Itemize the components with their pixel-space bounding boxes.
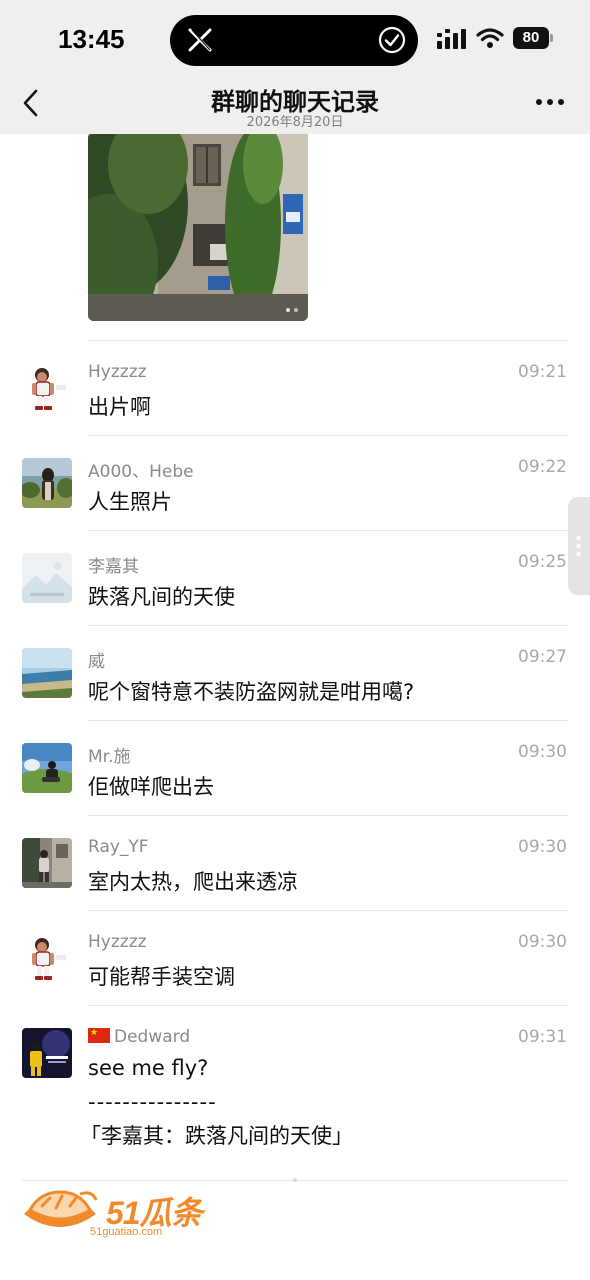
message-text: see me fly? [88,1056,209,1080]
message-text: 人生照片 [88,490,172,514]
shared-photo[interactable] [88,134,308,321]
sender-name[interactable]: Hyzzzz [88,362,147,382]
x-logo-icon [188,28,212,52]
nav-bar: 群聊的聊天记录 2026年8月20日 [0,78,590,134]
quote-separator: --------------- [88,1090,217,1114]
message-time: 09:21 [518,362,567,382]
chat-message-3: 李嘉其 09:25 跌落凡间的天使 [0,531,590,625]
message-time: 09:30 [518,932,567,952]
message-text: 佢做咩爬出去 [88,775,214,799]
avatar[interactable] [22,743,72,793]
message-list: Hyzzzz 09:21 出片啊 A000、Hebe 09:22 人生照片 李嘉… [0,134,590,1280]
china-flag-icon: ★ [88,1028,110,1043]
avatar[interactable] [22,648,72,698]
chat-message-5: Mr.施 09:30 佢做咩爬出去 [0,721,590,815]
dynamic-island [170,15,418,66]
chat-message-7: Hyzzzz 09:30 可能帮手装空调 [0,911,590,1005]
avatar[interactable] [22,363,72,413]
sender-name[interactable]: 威 [88,647,105,672]
status-time: 13:45 [58,24,125,54]
message-text: 呢个窗特意不装防盗网就是咁用噶? [88,680,415,704]
message-text: 跌落凡间的天使 [88,585,235,609]
chat-message-8: ★ Dedward 09:31 see me fly? -------------… [0,1006,590,1186]
message-text: 出片啊 [88,395,151,419]
chat-history-screen: 13:45 80 群聊的聊天记录 2026年8月20日 Hyzzzz 09:21… [0,0,590,1280]
message-time: 09:30 [518,837,567,857]
page-date: 2026年8月20日 [246,115,344,130]
status-bar: 13:45 80 [0,0,590,78]
chat-message-1: Hyzzzz 09:21 出片啊 [0,341,590,435]
avatar[interactable] [22,838,72,888]
sender-name[interactable]: ★ Dedward [88,1027,190,1047]
handle-dots-icon [576,536,581,556]
message-time: 09:22 [518,457,567,477]
avatar[interactable] [22,458,72,508]
avatar[interactable] [22,933,72,983]
battery-icon: 80 [513,27,553,49]
message-time: 09:27 [518,647,567,667]
sender-name[interactable]: Ray_YF [88,837,149,857]
message-time: 09:30 [518,742,567,762]
battery-level: 80 [522,29,540,46]
avatar[interactable] [22,553,72,603]
sender-name[interactable]: Hyzzzz [88,932,147,952]
signal-icon [437,29,466,49]
message-text: 可能帮手装空调 [88,965,235,989]
check-circle-icon [378,26,406,54]
chat-message-4: 威 09:27 呢个窗特意不装防盗网就是咁用噶? [0,626,590,720]
watermark-url: 51guatiao.com [90,1226,163,1238]
chat-message-2: A000、Hebe 09:22 人生照片 [0,436,590,530]
message-time: 09:31 [518,1027,567,1047]
page-indicator-dot [293,1178,297,1182]
sender-name[interactable]: 李嘉其 [88,552,139,577]
chat-message-6: Ray_YF 09:30 室内太热，爬出来透凉 [0,816,590,910]
melon-logo-icon [24,1190,98,1227]
message-time: 09:25 [518,552,567,572]
sender-name[interactable]: A000、Hebe [88,457,194,482]
sender-name-text: Dedward [114,1027,191,1047]
side-scroll-handle[interactable] [568,497,590,595]
quoted-message[interactable]: 「李嘉其：跌落凡间的天使」 [80,1120,353,1150]
more-dots-icon[interactable] [534,96,566,108]
watermark-logo: 51瓜条 51guatiao.com [20,1188,210,1244]
sender-name[interactable]: Mr.施 [88,742,131,767]
message-text: 室内太热，爬出来透凉 [88,870,298,894]
avatar[interactable] [22,1028,72,1078]
wifi-icon [476,28,504,48]
